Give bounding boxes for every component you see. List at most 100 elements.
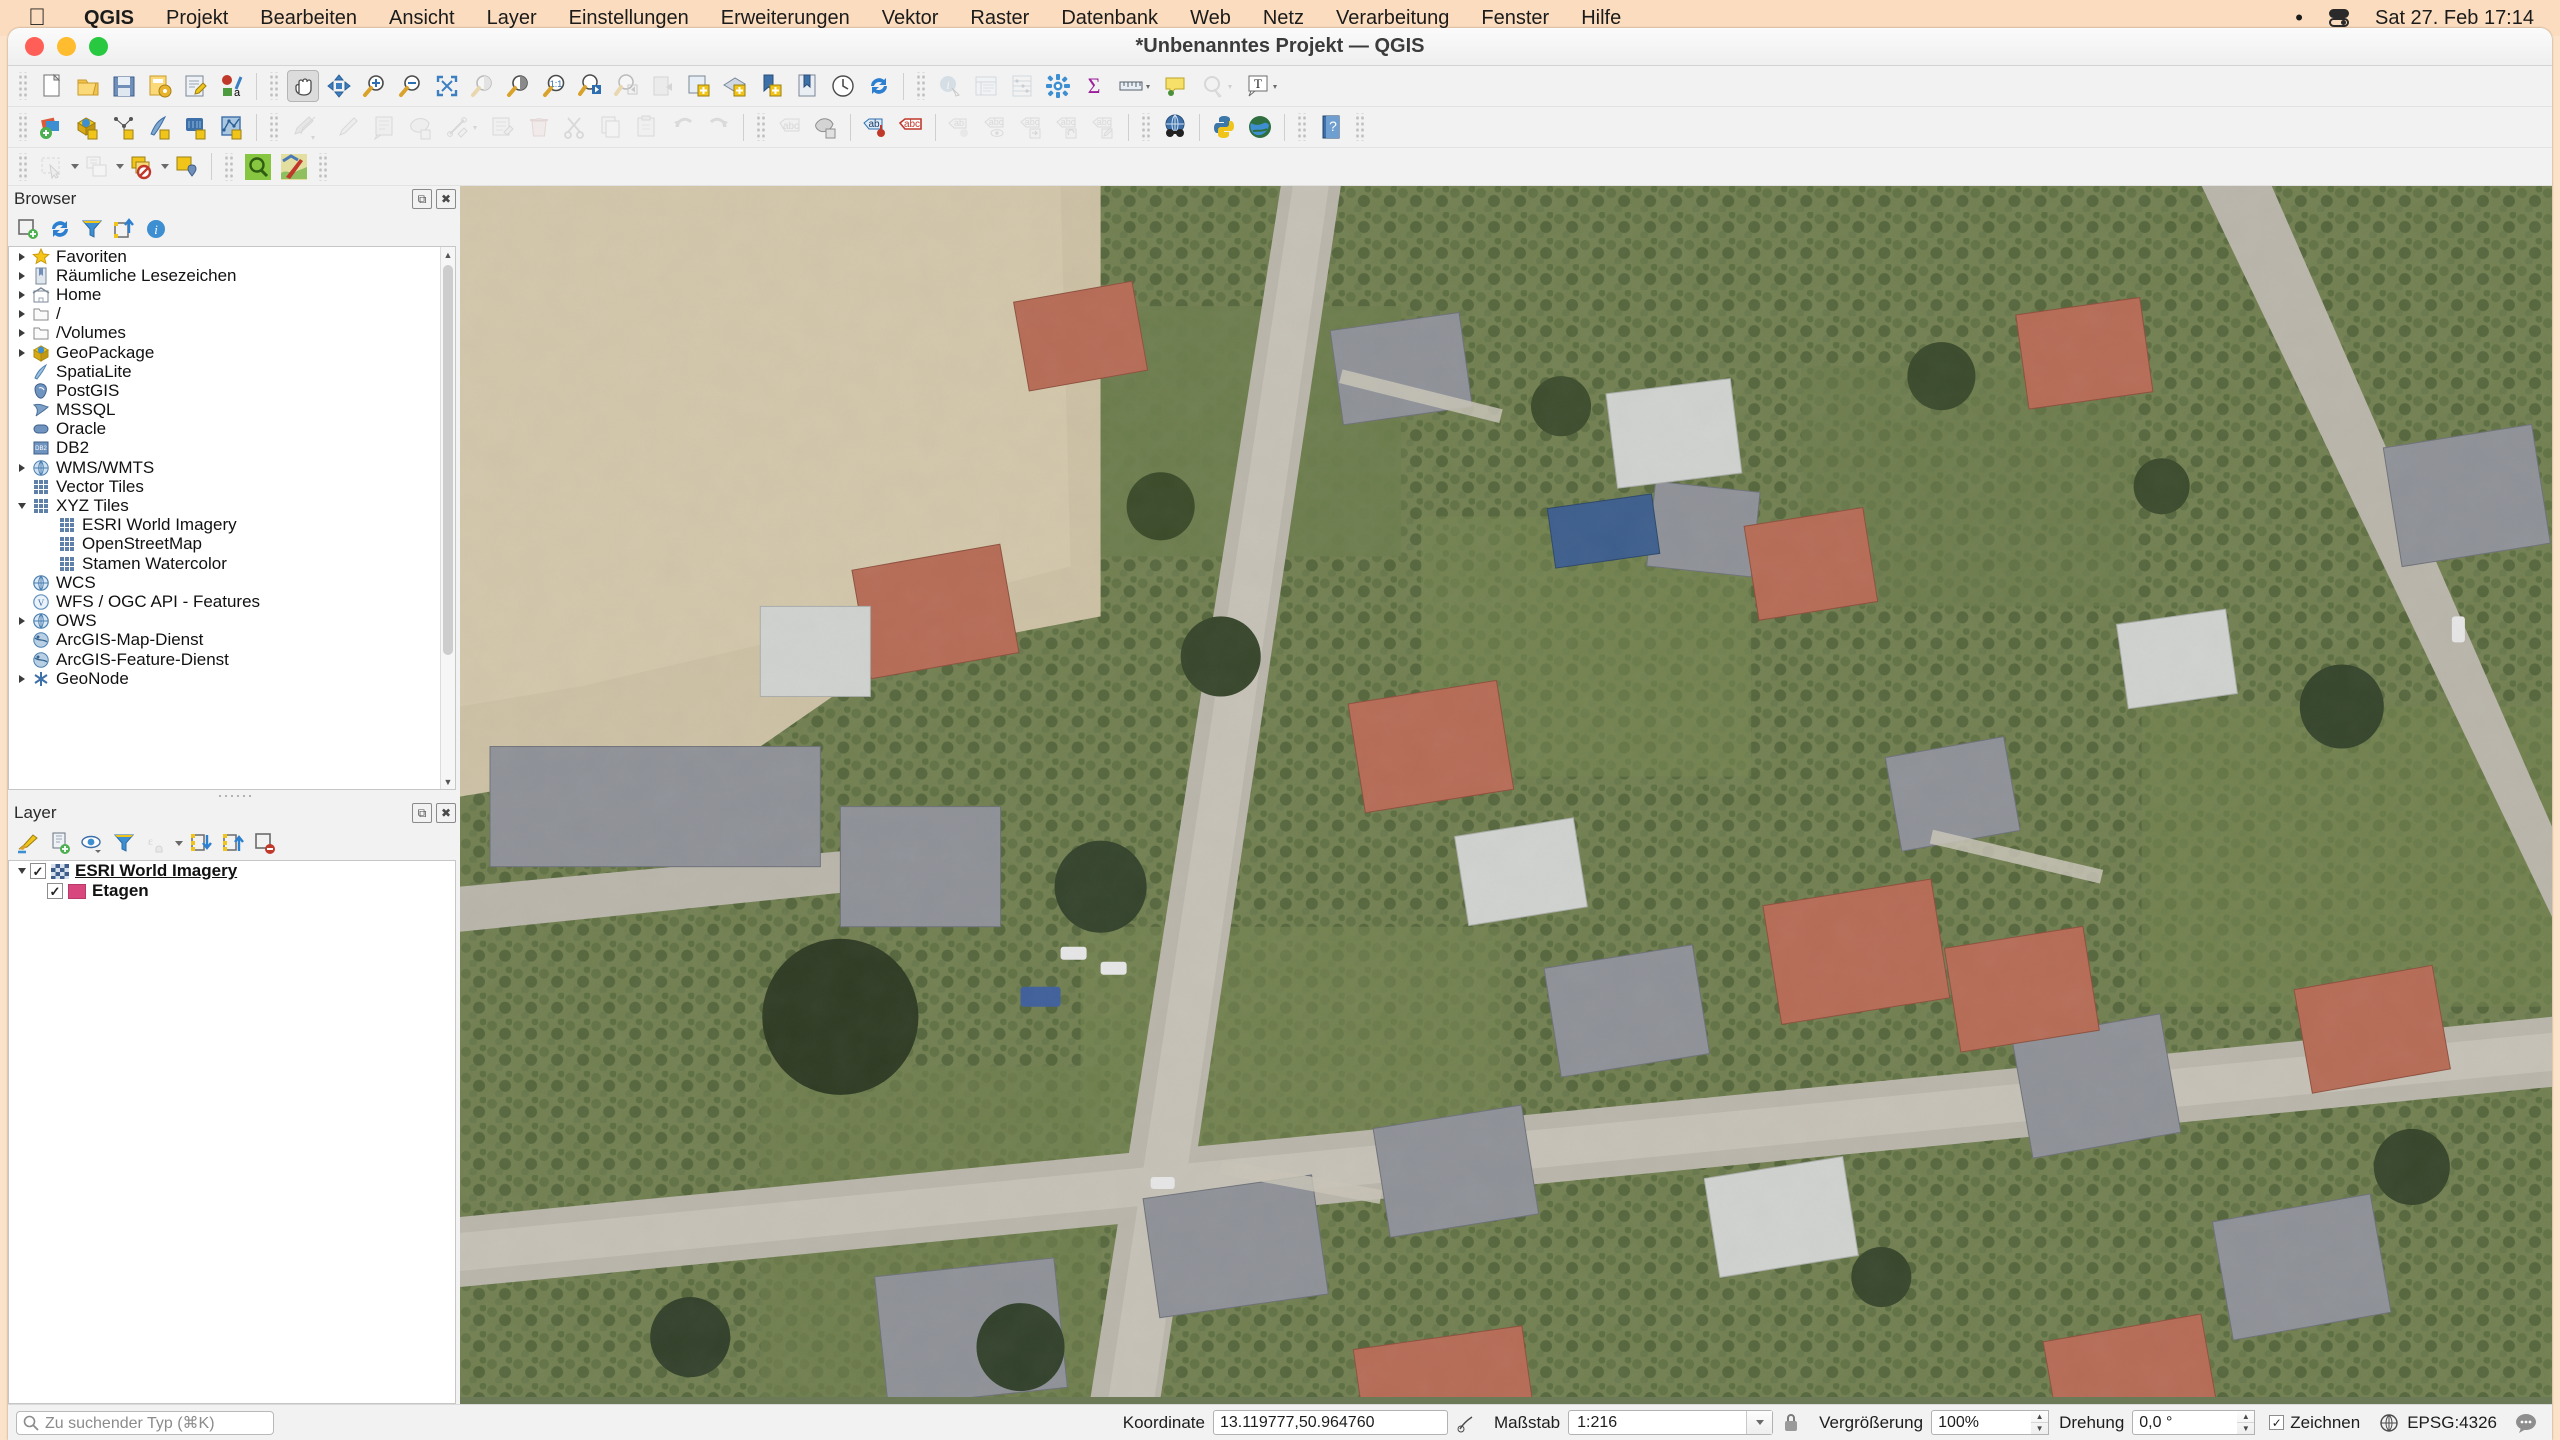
label-toolbar-button[interactable]: abc bbox=[774, 111, 806, 143]
vertex-tool-button[interactable] bbox=[441, 111, 483, 143]
browser-item-home[interactable]: Home bbox=[9, 285, 455, 304]
chevron-right-icon[interactable] bbox=[13, 329, 30, 337]
chevron-down-icon[interactable] bbox=[13, 503, 30, 509]
show-bookmarks-button[interactable] bbox=[791, 70, 823, 102]
measure-line-button[interactable] bbox=[1114, 70, 1156, 102]
move-label-button[interactable]: ab bbox=[944, 111, 976, 143]
expand-all-icon[interactable] bbox=[187, 829, 215, 857]
pan-map-button[interactable] bbox=[287, 70, 319, 102]
browser-item-xyz-tiles[interactable]: XYZ Tiles bbox=[9, 496, 455, 515]
toggle-editing-button[interactable] bbox=[333, 111, 365, 143]
undo-button[interactable] bbox=[667, 111, 699, 143]
zoom-in-button[interactable] bbox=[359, 70, 391, 102]
menu-item-netz[interactable]: Netz bbox=[1247, 7, 1320, 30]
toolbar-drag-handle[interactable] bbox=[1354, 113, 1366, 141]
filter-browser-icon[interactable] bbox=[78, 215, 106, 243]
menu-item-erweiterungen[interactable]: Erweiterungen bbox=[705, 7, 866, 30]
redo-button[interactable] bbox=[703, 111, 735, 143]
add-postgis-layer-button[interactable] bbox=[180, 111, 212, 143]
chevron-right-icon[interactable] bbox=[13, 349, 30, 357]
refresh-button[interactable] bbox=[863, 70, 895, 102]
cut-features-button[interactable] bbox=[559, 111, 591, 143]
toolbar-drag-handle[interactable] bbox=[268, 113, 280, 141]
refresh-icon[interactable] bbox=[46, 215, 74, 243]
rotate-label-button[interactable]: abc bbox=[1052, 111, 1084, 143]
properties-info-icon[interactable]: i bbox=[142, 215, 170, 243]
open-project-button[interactable] bbox=[72, 70, 104, 102]
menu-item-datenbank[interactable]: Datenbank bbox=[1045, 7, 1174, 30]
toolbar-drag-handle[interactable] bbox=[317, 152, 329, 181]
filter-expression-icon[interactable]: ε bbox=[142, 829, 170, 857]
chevron-down-icon[interactable] bbox=[116, 164, 124, 169]
browser-item-volumes[interactable]: /Volumes bbox=[9, 323, 455, 343]
map-canvas-area[interactable] bbox=[460, 186, 2552, 1404]
add-vector-layer-button[interactable] bbox=[36, 111, 68, 143]
select-value-button[interactable] bbox=[171, 151, 203, 183]
menu-item-verarbeitung[interactable]: Verarbeitung bbox=[1320, 7, 1465, 30]
aerial-imagery[interactable] bbox=[460, 186, 2552, 1398]
pan-to-selection-button[interactable] bbox=[323, 70, 355, 102]
zoom-last-green-button[interactable] bbox=[242, 151, 274, 183]
layer-float-button[interactable]: ⧉ bbox=[412, 803, 432, 823]
browser-item-db2[interactable]: DB2 DB2 bbox=[9, 438, 455, 458]
chevron-down-icon[interactable] bbox=[71, 164, 79, 169]
copy-features-button[interactable] bbox=[595, 111, 627, 143]
layer-tree[interactable]: ✓ ESRI World Imagery ✓ Etagen bbox=[8, 860, 456, 1404]
refresh-map-view-button[interactable] bbox=[647, 70, 679, 102]
layer-close-button[interactable]: ✖ bbox=[436, 803, 456, 823]
browser-tree[interactable]: Favoriten Räumliche Lesezeichen Home //Volu… bbox=[8, 246, 456, 790]
browser-item-openstreetmap[interactable]: OpenStreetMap bbox=[9, 534, 455, 554]
menu-item-vektor[interactable]: Vektor bbox=[866, 7, 955, 30]
zoom-to-layer-button[interactable] bbox=[503, 70, 535, 102]
toolbar-drag-handle[interactable] bbox=[915, 72, 927, 100]
browser-item-stamen-watercolor[interactable]: Stamen Watercolor bbox=[9, 554, 455, 573]
browser-item-mssql[interactable]: MSSQL bbox=[9, 400, 455, 420]
annotation-layer-button[interactable] bbox=[810, 111, 842, 143]
new-project-button[interactable] bbox=[36, 70, 68, 102]
toolbar-drag-handle[interactable] bbox=[17, 113, 29, 141]
magnifier-stepper[interactable]: ▲ ▼ bbox=[2031, 1410, 2050, 1435]
new-bookmark-button[interactable] bbox=[755, 70, 787, 102]
toolbar-drag-handle[interactable] bbox=[268, 72, 280, 100]
zoom-next-button[interactable] bbox=[611, 70, 643, 102]
map-tips-button[interactable] bbox=[1160, 70, 1192, 102]
metasearch-button[interactable] bbox=[1159, 111, 1191, 143]
add-layer-icon[interactable] bbox=[14, 215, 42, 243]
identify-features-button[interactable]: i bbox=[934, 70, 966, 102]
minimize-button[interactable] bbox=[57, 37, 76, 56]
chevron-right-icon[interactable] bbox=[13, 272, 30, 280]
panel-splitter[interactable] bbox=[8, 790, 460, 800]
rotation-stepper[interactable]: ▲ ▼ bbox=[2237, 1410, 2256, 1435]
toolbar-drag-handle[interactable] bbox=[223, 152, 235, 181]
browser-scrollbar[interactable]: ▲ ▼ bbox=[440, 247, 455, 789]
python-console-button[interactable] bbox=[1208, 111, 1240, 143]
open-layer-styling-icon[interactable] bbox=[14, 829, 42, 857]
browser-item-[interactable]: / bbox=[9, 304, 455, 324]
show-hide-labels-button[interactable]: abc bbox=[980, 111, 1012, 143]
zoom-native-button[interactable]: 1:1 bbox=[539, 70, 571, 102]
toolbar-drag-handle[interactable] bbox=[1296, 113, 1308, 141]
lock-scale-icon[interactable] bbox=[1778, 1410, 1804, 1436]
modify-attributes-button[interactable] bbox=[487, 111, 519, 143]
highlight-pinned-labels-button[interactable]: abc bbox=[895, 111, 927, 143]
chevron-right-icon[interactable] bbox=[13, 675, 30, 683]
pin-labels-button[interactable]: ab bbox=[859, 111, 891, 143]
menu-item-fenster[interactable]: Fenster bbox=[1465, 7, 1565, 30]
chevron-right-icon[interactable] bbox=[13, 310, 30, 318]
render-checkbox[interactable]: ✓ bbox=[2269, 1415, 2285, 1430]
chevron-right-icon[interactable] bbox=[13, 617, 30, 625]
temporal-controller-button[interactable] bbox=[827, 70, 859, 102]
plugin-manager-button[interactable] bbox=[1244, 111, 1276, 143]
select-by-rectangle-button[interactable] bbox=[36, 151, 68, 183]
toolbar-drag-handle[interactable] bbox=[17, 72, 29, 100]
layer-visibility-checkbox[interactable]: ✓ bbox=[30, 863, 46, 879]
layer-item-esri-world-imagery[interactable]: ✓ ESRI World Imagery bbox=[9, 861, 455, 881]
layer-item-etagen[interactable]: ✓ Etagen bbox=[9, 881, 455, 901]
browser-item-spatialite[interactable]: SpatiaLite bbox=[9, 362, 455, 381]
chevron-down-icon[interactable] bbox=[1746, 1411, 1773, 1434]
browser-item-wms-wmts[interactable]: WMS/WMTS bbox=[9, 458, 455, 477]
zoom-out-button[interactable] bbox=[395, 70, 427, 102]
browser-item-favoriten[interactable]: Favoriten bbox=[9, 247, 455, 266]
coordinate-value[interactable]: 13.119777,50.964760 bbox=[1212, 1410, 1448, 1435]
locator-search-input[interactable]: Zu suchender Typ (⌘K) bbox=[16, 1410, 274, 1435]
